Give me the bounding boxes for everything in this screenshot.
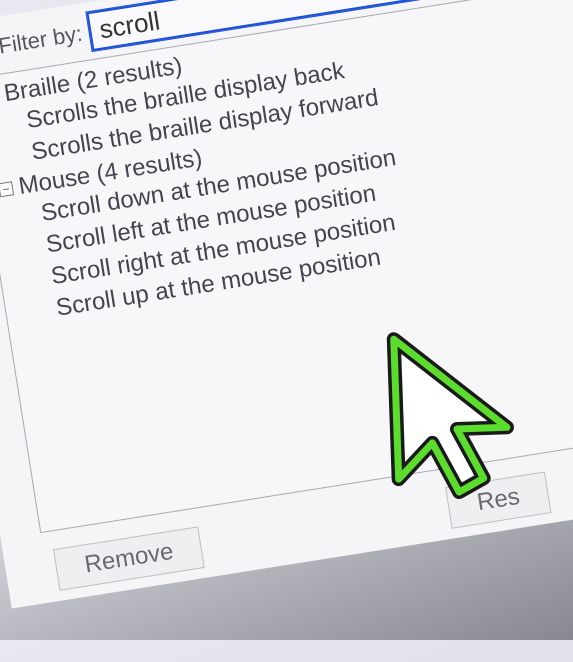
reset-button[interactable]: Res (445, 471, 551, 528)
gestures-dialog: img Filter by: − Braille (2 results) Scr… (0, 0, 573, 609)
results-tree[interactable]: − Braille (2 results) Scrolls the braill… (0, 0, 573, 533)
minus-icon[interactable]: − (0, 181, 14, 197)
filter-label: Filter by: (0, 20, 84, 59)
remove-button[interactable]: Remove (53, 526, 205, 591)
